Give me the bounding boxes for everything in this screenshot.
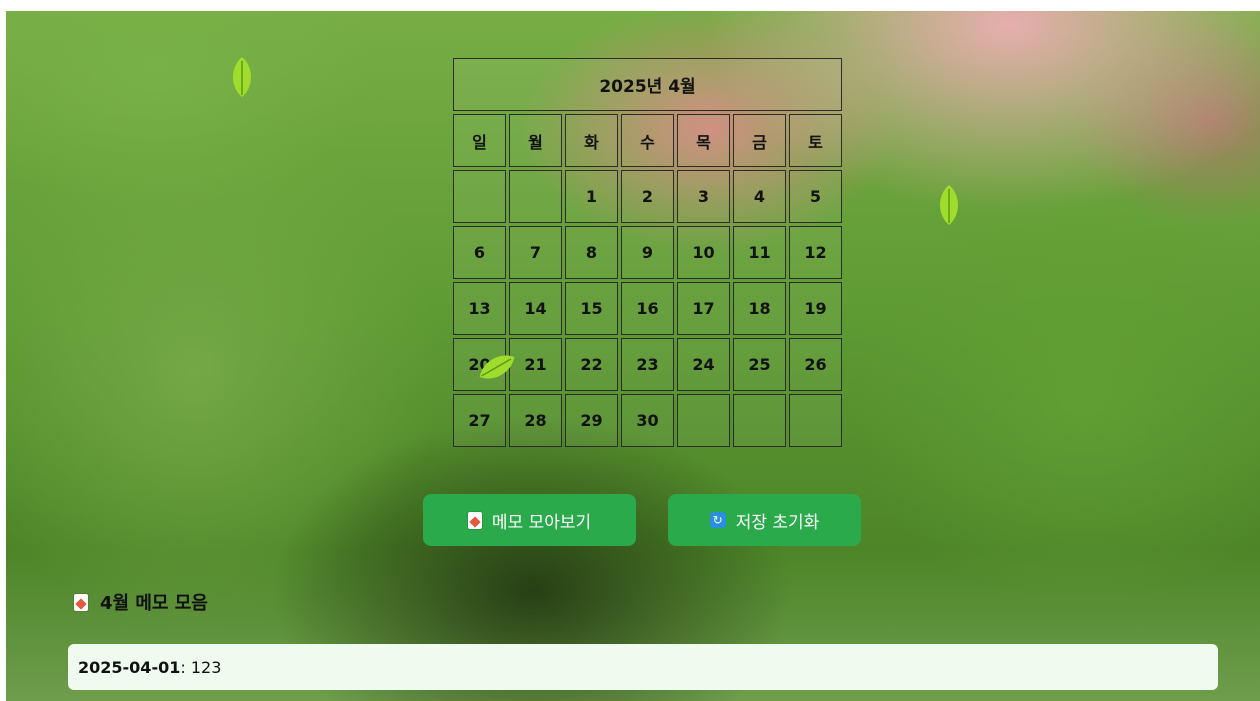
day-cell[interactable]: 1 xyxy=(565,170,618,223)
day-cell[interactable]: 7 xyxy=(509,226,562,279)
day-cell[interactable]: 10 xyxy=(677,226,730,279)
calendar-title: 2025년 4월 xyxy=(453,58,842,111)
day-cell[interactable]: 24 xyxy=(677,338,730,391)
day-cell[interactable]: 16 xyxy=(621,282,674,335)
memo-section-heading: 4월 메모 모음 xyxy=(74,589,208,615)
reset-storage-button[interactable]: ↻ 저장 초기화 xyxy=(668,494,861,546)
weekday-label: 수 xyxy=(621,114,674,167)
day-cell[interactable]: 8 xyxy=(565,226,618,279)
day-cell[interactable]: 5 xyxy=(789,170,842,223)
calendar-grid: 2025년 4월 일 월 화 수 목 금 토 1 2 3 4 5 6 7 8 9… xyxy=(450,55,845,450)
calendar-week-row: 13 14 15 16 17 18 19 xyxy=(453,282,842,335)
empty-day-cell xyxy=(733,394,786,447)
day-cell[interactable]: 18 xyxy=(733,282,786,335)
memo-list-item: 2025-04-01 : 123 xyxy=(68,644,1218,690)
empty-day-cell xyxy=(453,170,506,223)
weekday-label: 월 xyxy=(509,114,562,167)
memo-icon xyxy=(74,593,88,611)
day-cell[interactable]: 12 xyxy=(789,226,842,279)
leaf-icon xyxy=(233,57,251,97)
app-viewport: 2025년 4월 일 월 화 수 목 금 토 1 2 3 4 5 6 7 8 9… xyxy=(6,11,1260,701)
empty-day-cell xyxy=(677,394,730,447)
weekday-label: 토 xyxy=(789,114,842,167)
day-cell[interactable]: 14 xyxy=(509,282,562,335)
memo-icon xyxy=(467,511,482,529)
memo-text: 123 xyxy=(190,657,222,677)
day-cell[interactable]: 29 xyxy=(565,394,618,447)
day-cell[interactable]: 28 xyxy=(509,394,562,447)
refresh-icon: ↻ xyxy=(709,512,726,528)
day-cell[interactable]: 4 xyxy=(733,170,786,223)
day-cell[interactable]: 26 xyxy=(789,338,842,391)
calendar-week-row: 1 2 3 4 5 xyxy=(453,170,842,223)
day-cell[interactable]: 22 xyxy=(565,338,618,391)
empty-day-cell xyxy=(509,170,562,223)
day-cell[interactable]: 9 xyxy=(621,226,674,279)
empty-day-cell xyxy=(789,394,842,447)
day-cell[interactable]: 27 xyxy=(453,394,506,447)
memo-date: 2025-04-01 xyxy=(78,657,181,677)
memo-view-button[interactable]: 메모 모아보기 xyxy=(423,494,636,546)
day-cell[interactable]: 30 xyxy=(621,394,674,447)
memo-section-title: 4월 메모 모음 xyxy=(100,593,208,614)
calendar-week-row: 6 7 8 9 10 11 12 xyxy=(453,226,842,279)
weekday-label: 목 xyxy=(677,114,730,167)
memo-view-label: 메모 모아보기 xyxy=(491,512,592,533)
day-cell[interactable]: 11 xyxy=(733,226,786,279)
weekday-label: 금 xyxy=(733,114,786,167)
weekday-label: 일 xyxy=(453,114,506,167)
day-cell[interactable]: 13 xyxy=(453,282,506,335)
reset-storage-label: 저장 초기화 xyxy=(735,512,820,533)
day-cell[interactable]: 19 xyxy=(789,282,842,335)
day-cell[interactable]: 15 xyxy=(565,282,618,335)
day-cell[interactable]: 6 xyxy=(453,226,506,279)
day-cell[interactable]: 25 xyxy=(733,338,786,391)
weekday-header-row: 일 월 화 수 목 금 토 xyxy=(453,114,842,167)
memo-separator: : xyxy=(180,657,191,677)
day-cell[interactable]: 2 xyxy=(621,170,674,223)
day-cell[interactable]: 17 xyxy=(677,282,730,335)
leaf-icon xyxy=(940,185,958,225)
calendar-week-row: 27 28 29 30 xyxy=(453,394,842,447)
day-cell[interactable]: 3 xyxy=(677,170,730,223)
day-cell[interactable]: 23 xyxy=(621,338,674,391)
weekday-label: 화 xyxy=(565,114,618,167)
